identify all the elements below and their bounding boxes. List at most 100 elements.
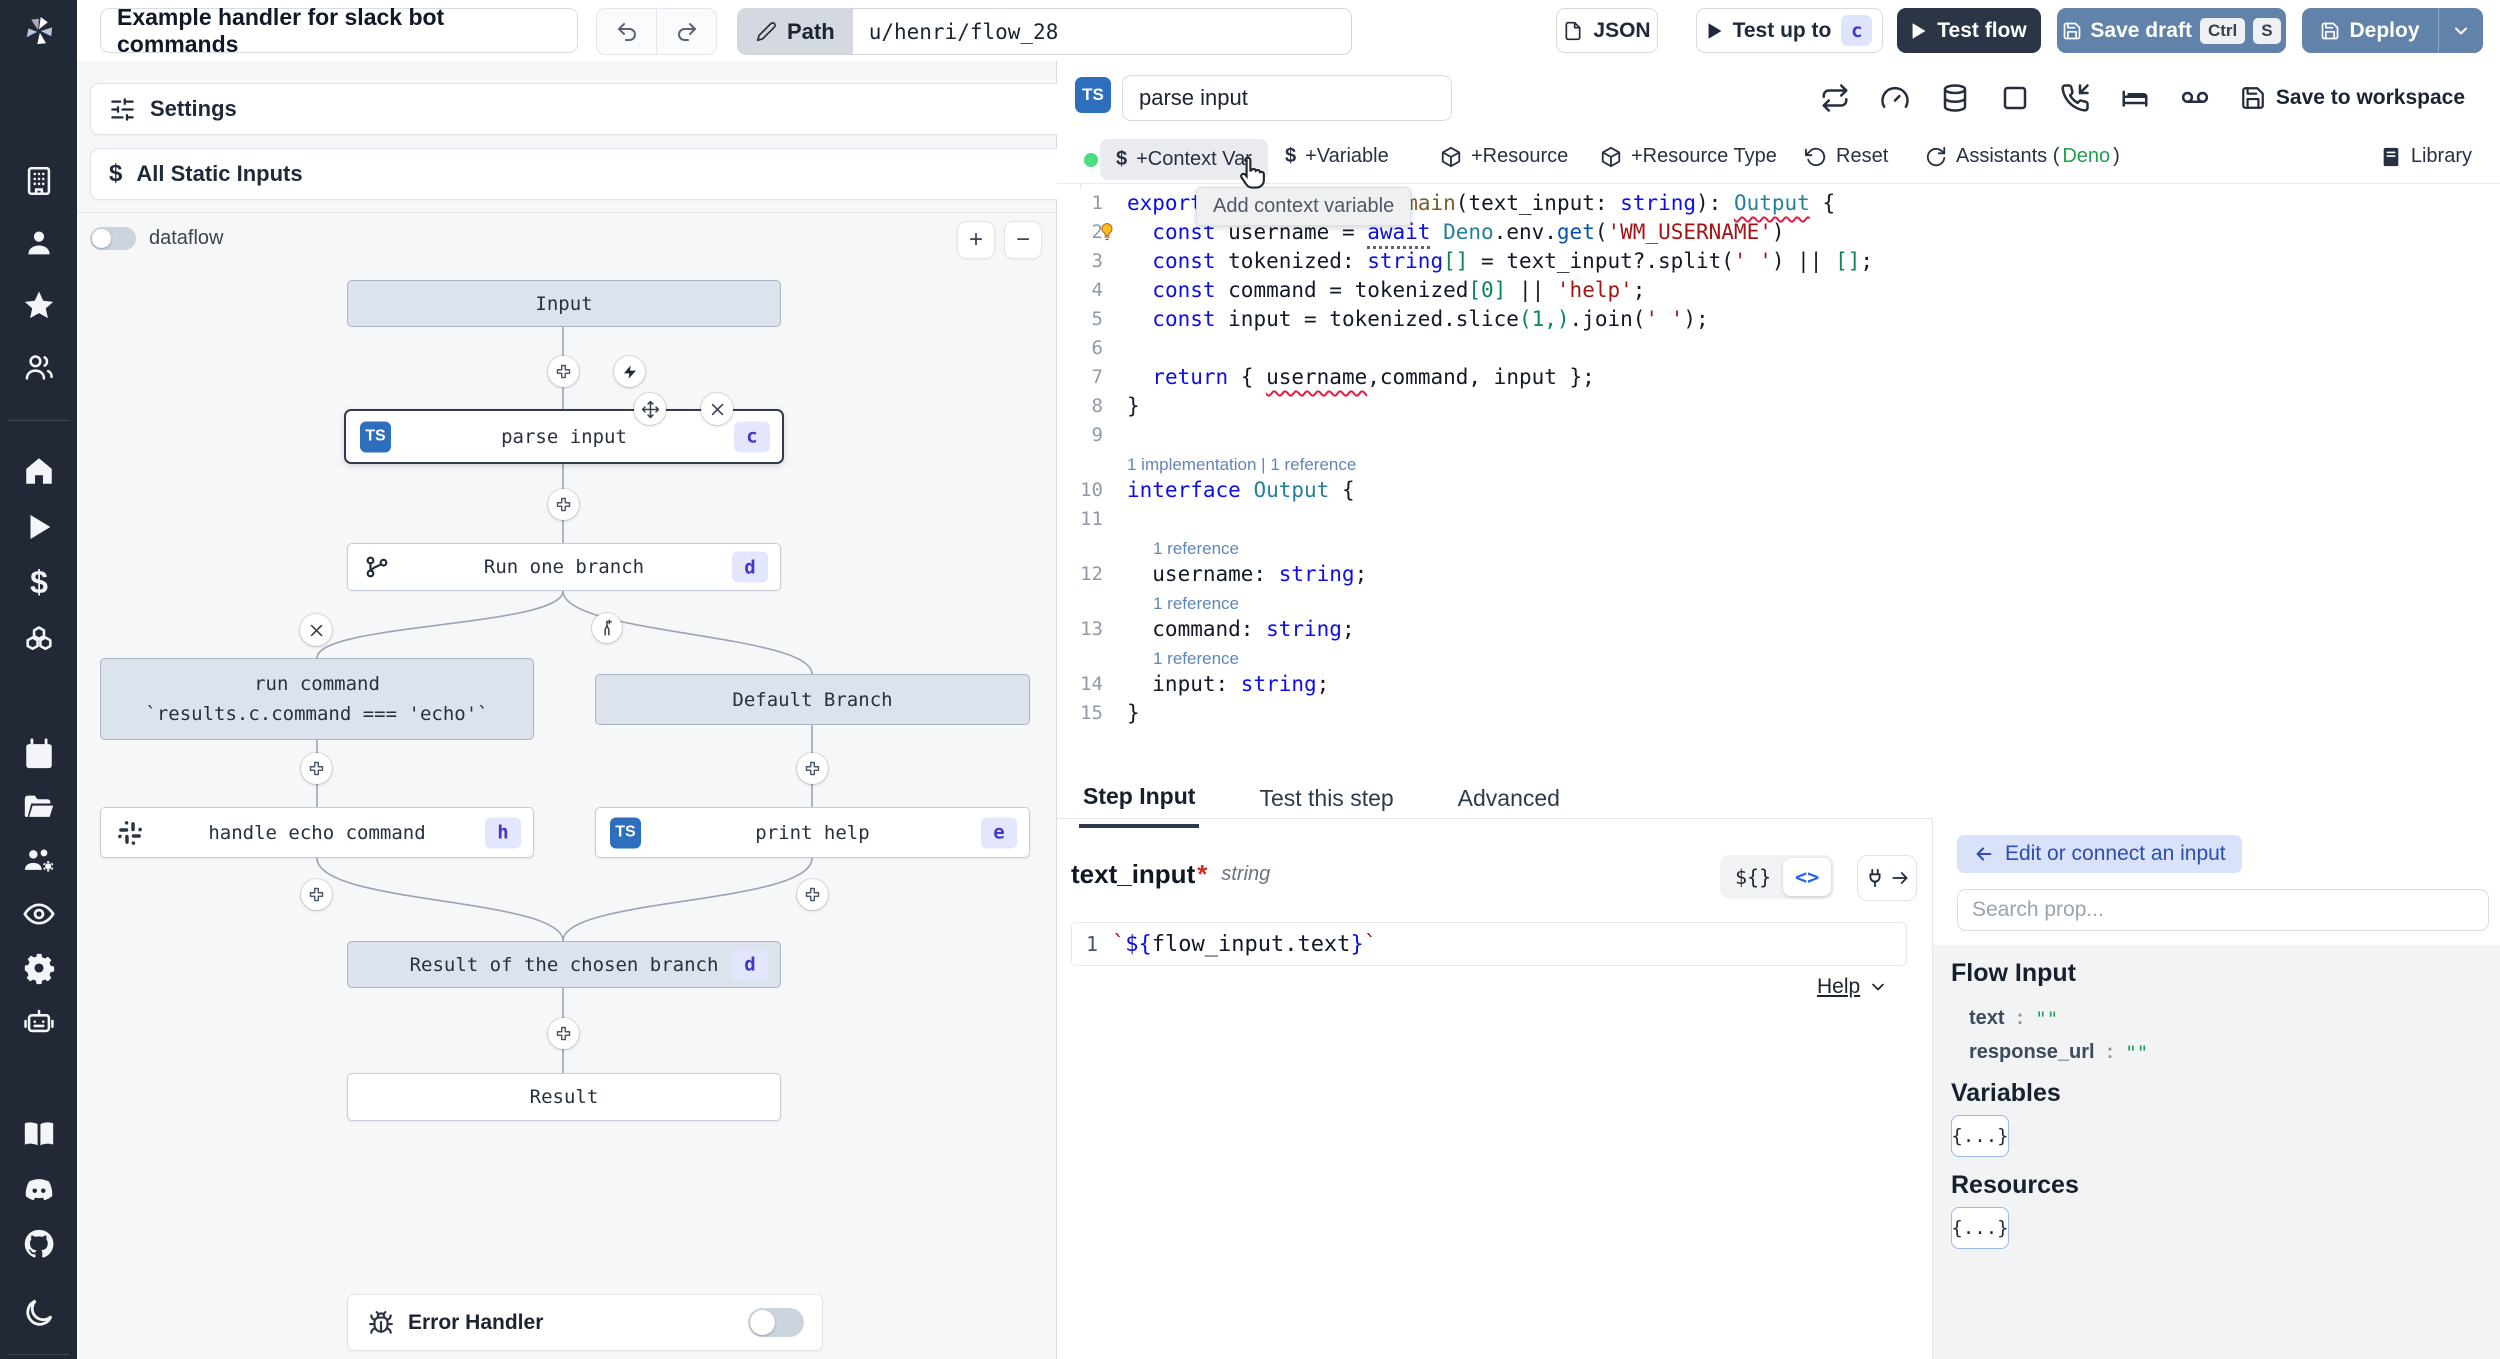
add-variable-button[interactable]: $ +Variable: [1285, 145, 1389, 168]
windmill-logo[interactable]: [0, 0, 77, 61]
move-node-button[interactable]: [634, 393, 666, 425]
repeat-icon[interactable]: [1820, 83, 1850, 113]
error-handler-row[interactable]: Error Handler: [347, 1294, 823, 1351]
phone-incoming-icon[interactable]: [2060, 83, 2090, 113]
add-step-button[interactable]: [548, 356, 579, 387]
sidebar-item-discord[interactable]: [22, 1173, 56, 1207]
sidebar-item-workers[interactable]: [22, 843, 56, 877]
prop-row-text[interactable]: text : "": [1969, 1007, 2058, 1030]
redo-button[interactable]: [657, 9, 716, 54]
codelens[interactable]: 1 reference: [1153, 594, 1239, 613]
plus-icon: [556, 497, 571, 512]
plus-icon: [309, 887, 324, 902]
remove-branch-button[interactable]: [300, 614, 332, 646]
sidebar-item-home[interactable]: [22, 454, 56, 488]
code-editor[interactable]: 1export async function main(text_input: …: [1057, 189, 1931, 779]
gauge-icon[interactable]: [1880, 83, 1910, 113]
assistants-button[interactable]: Assistants (Deno): [1925, 145, 2120, 168]
node-branch-run-command[interactable]: run command `results.c.command === 'echo…: [100, 658, 534, 740]
undo-icon: [617, 22, 636, 41]
codelens[interactable]: 1 reference: [1153, 649, 1239, 668]
add-resource-button[interactable]: +Resource: [1440, 145, 1568, 168]
prop-value: "": [2125, 1041, 2149, 1064]
add-step-button[interactable]: [797, 753, 828, 784]
tab-step-input[interactable]: Step Input: [1079, 769, 1200, 828]
deploy-button[interactable]: Deploy: [2302, 8, 2483, 53]
sidebar-item-github[interactable]: [22, 1227, 56, 1261]
test-up-to-button[interactable]: Test up to c: [1696, 8, 1883, 53]
add-trigger-button[interactable]: [614, 356, 645, 387]
flow-title-input[interactable]: Example handler for slack bot commands: [100, 4, 578, 57]
node-result[interactable]: Result: [347, 1073, 781, 1121]
node-input[interactable]: Input: [347, 280, 781, 327]
add-step-button[interactable]: [548, 489, 579, 520]
deploy-dropdown-button[interactable]: [2439, 8, 2483, 53]
bed-icon[interactable]: [2120, 83, 2150, 113]
add-resource-type-button[interactable]: +Resource Type: [1600, 145, 1777, 168]
search-prop-input[interactable]: Search prop...: [1957, 889, 2489, 931]
sidebar-item-schedules[interactable]: [22, 737, 56, 771]
node-run-one-branch[interactable]: Run one branch d: [347, 543, 781, 591]
add-step-button[interactable]: [548, 1018, 579, 1049]
sidebar-item-runs[interactable]: [22, 510, 56, 544]
sidebar-item-workspace[interactable]: [22, 164, 56, 198]
voicemail-icon[interactable]: [2180, 83, 2210, 113]
add-step-button[interactable]: [301, 753, 332, 784]
git-branch-icon: [366, 556, 388, 578]
resources-object-button[interactable]: {...}: [1951, 1207, 2009, 1249]
save-to-workspace-button[interactable]: Save to workspace: [2240, 85, 2465, 111]
undo-button[interactable]: [597, 9, 657, 54]
sidebar-item-folders[interactable]: [22, 790, 56, 824]
add-step-button[interactable]: [301, 879, 332, 910]
calendar-icon: [26, 738, 52, 769]
path-edit-button[interactable]: Path: [738, 9, 853, 54]
variables-object-button[interactable]: {...}: [1951, 1115, 2009, 1157]
node-default-branch[interactable]: Default Branch: [595, 674, 1030, 725]
square-icon[interactable]: [2000, 83, 2030, 113]
tab-test-this-step[interactable]: Test this step: [1255, 771, 1397, 826]
save-draft-button[interactable]: Save draft Ctrl S: [2057, 8, 2286, 53]
delete-node-button[interactable]: [701, 393, 733, 425]
codelens[interactable]: 1 reference: [1153, 539, 1239, 558]
lightbulb-icon: [1101, 223, 1113, 241]
add-resource-label: +Resource: [1471, 145, 1569, 167]
node-handle-echo-command[interactable]: handle echo command h: [100, 807, 534, 858]
code-line: 3 const tokenized: string[] = text_input…: [1091, 249, 1874, 273]
expr-editor[interactable]: 1 `${flow_input.text}`: [1071, 922, 1907, 966]
add-step-button[interactable]: [797, 879, 828, 910]
edit-or-connect-button[interactable]: Edit or connect an input: [1957, 835, 2242, 873]
sidebar-item-groups[interactable]: [22, 350, 56, 384]
json-button[interactable]: JSON: [1556, 8, 1658, 53]
path-input[interactable]: u/henri/flow_28: [852, 9, 1351, 54]
sidebar-item-user[interactable]: [22, 226, 56, 260]
tab-advanced[interactable]: Advanced: [1454, 771, 1564, 826]
database-icon[interactable]: [1940, 83, 1970, 113]
node-branch-result[interactable]: Result of the chosen branch d: [347, 941, 781, 988]
interpolate-mode-button[interactable]: ${}: [1723, 858, 1783, 896]
add-branch-button[interactable]: [592, 613, 622, 643]
error-handler-toggle[interactable]: [748, 1308, 804, 1337]
sidebar-item-ai[interactable]: [22, 1004, 56, 1038]
plug-icon: [1869, 868, 1881, 888]
tooltip: Add context variable: [1196, 187, 1412, 226]
library-button[interactable]: Library: [2380, 145, 2472, 168]
test-flow-button[interactable]: Test flow: [1897, 8, 2041, 53]
reset-button[interactable]: Reset: [1805, 145, 1888, 168]
close-icon: [711, 403, 723, 415]
mouse-cursor-icon: [1240, 157, 1265, 189]
step-name-input[interactable]: parse input: [1122, 75, 1452, 121]
node-print-help[interactable]: TS print help e: [595, 807, 1030, 858]
sidebar-item-variables[interactable]: $: [22, 564, 56, 600]
sidebar-item-audit[interactable]: [22, 897, 56, 931]
help-link[interactable]: Help: [1817, 975, 1888, 999]
codelens[interactable]: 1 implementation | 1 reference: [1127, 455, 1356, 474]
connect-input-button[interactable]: [1857, 855, 1917, 901]
star-icon: [24, 291, 54, 319]
sidebar-item-settings[interactable]: [22, 951, 56, 985]
sidebar-item-resources[interactable]: [22, 624, 56, 658]
prop-row-response-url[interactable]: response_url : "": [1969, 1041, 2148, 1064]
code-mode-button[interactable]: <>: [1783, 858, 1832, 896]
sidebar-item-favorites[interactable]: [22, 288, 56, 322]
sidebar-item-dark-mode[interactable]: [22, 1296, 56, 1330]
sidebar-item-docs[interactable]: [22, 1117, 56, 1151]
